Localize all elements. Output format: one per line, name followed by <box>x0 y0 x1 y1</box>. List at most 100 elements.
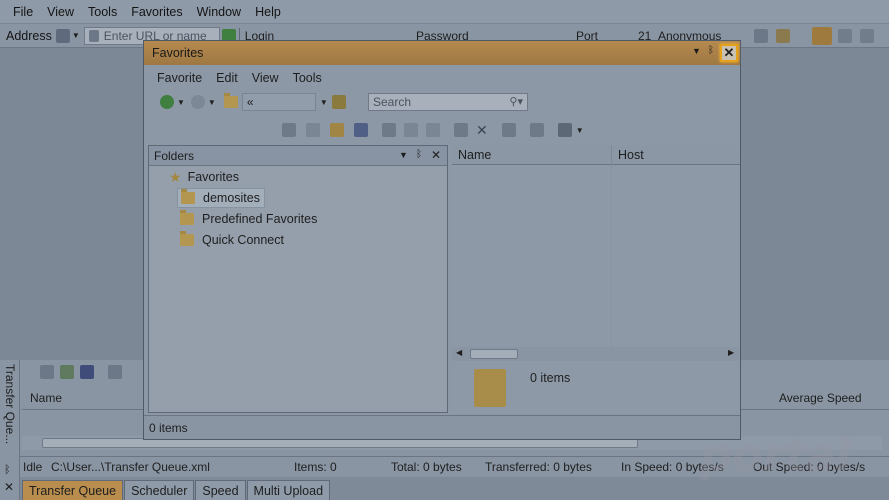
pane-dropdown-icon[interactable]: ▼ <box>399 150 408 160</box>
tree-root[interactable]: ★ Favorites <box>169 167 239 187</box>
tab-scheduler[interactable]: Scheduler <box>124 480 195 500</box>
favorites-star-icon[interactable] <box>812 27 832 45</box>
search-input[interactable]: Search ⚲▾ <box>368 93 528 111</box>
view-dropdown-icon[interactable]: ▼ <box>576 126 584 135</box>
side-tab-label: Transfer Que... <box>3 364 17 445</box>
folder-icon <box>180 210 194 225</box>
layout-icon[interactable] <box>838 29 852 43</box>
transfer-queue-side-tab[interactable]: Transfer Que... ᛒ ✕ <box>0 360 20 500</box>
star-icon: ★ <box>169 168 182 185</box>
dialog-titlebar[interactable]: Favorites ▼ ᛒ <box>144 41 740 65</box>
pin-icon[interactable]: ᛒ <box>4 464 11 476</box>
pane-pin-icon[interactable]: ᛒ <box>416 149 422 160</box>
back-dropdown-icon[interactable]: ▼ <box>177 98 185 107</box>
favorites-dialog: Favorites ▼ ᛒ ✕ Favorite Edit View Tools… <box>143 40 741 440</box>
dialog-statusbar: 0 items <box>144 415 740 439</box>
list-col-name[interactable]: Name <box>458 148 491 162</box>
menu-window[interactable]: Window <box>190 5 248 19</box>
copy-icon[interactable] <box>404 123 418 137</box>
list-empty-text: 0 items <box>530 371 571 385</box>
url-icon <box>88 29 99 42</box>
play-icon[interactable] <box>108 365 122 379</box>
new-folder-icon[interactable] <box>330 123 344 137</box>
menu-file[interactable]: File <box>6 5 40 19</box>
status-total: Total: 0 bytes <box>391 459 462 474</box>
status-items: Items: 0 <box>294 459 337 474</box>
connect-icon[interactable] <box>754 29 768 43</box>
scroll-right-icon[interactable]: ▶ <box>728 348 734 357</box>
tab-speed[interactable]: Speed <box>195 480 246 500</box>
move-icon[interactable] <box>454 123 468 137</box>
forward-icon[interactable] <box>190 95 205 109</box>
address-dropdown-icon[interactable]: ▼ <box>72 31 80 40</box>
tree-item-predefined-favorites[interactable]: Predefined Favorites <box>180 209 317 229</box>
folders-pane-title: Folders <box>154 148 195 163</box>
search-icon[interactable]: ⚲▾ <box>509 95 523 109</box>
folder-icon <box>223 93 238 108</box>
dialog-nav-toolbar: ▼ ▼ « ▼ Search ⚲▾ <box>152 91 544 113</box>
dialog-menubar: Favorite Edit View Tools <box>150 67 329 89</box>
path-dropdown-icon[interactable]: ▼ <box>320 98 328 107</box>
search-placeholder: Search <box>373 95 412 109</box>
delete-icon[interactable]: ✕ <box>476 122 488 139</box>
columns-icon[interactable] <box>860 29 874 43</box>
close-icon[interactable]: ✕ <box>720 44 738 62</box>
new-favorite-icon[interactable] <box>354 123 368 137</box>
dialog-status-text: 0 items <box>149 420 188 435</box>
column-guide <box>611 165 612 347</box>
dialog-menu-edit[interactable]: Edit <box>209 71 245 85</box>
folder-icon <box>180 231 194 246</box>
connect-icon[interactable] <box>282 123 296 137</box>
back-icon[interactable] <box>160 95 174 109</box>
forward-dropdown-icon[interactable]: ▼ <box>208 98 216 107</box>
menu-help[interactable]: Help <box>248 5 288 19</box>
open-folder-icon[interactable] <box>776 29 790 43</box>
scroll-left-icon[interactable]: ◀ <box>456 348 462 357</box>
add-icon[interactable] <box>60 365 74 379</box>
sync-icon[interactable] <box>529 123 544 137</box>
dialog-action-toolbar: ✕ ▼ <box>282 119 612 141</box>
dialog-menu-favorite[interactable]: Favorite <box>150 71 209 85</box>
paste-icon[interactable] <box>426 123 440 137</box>
menu-favorites[interactable]: Favorites <box>124 5 189 19</box>
dialog-menu-dropdown-icon[interactable]: ▼ <box>692 46 701 56</box>
menu-view[interactable]: View <box>40 5 81 19</box>
menubar: File View Tools Favorites Window Help <box>0 0 889 23</box>
dialog-title: Favorites <box>152 46 204 60</box>
column-divider[interactable] <box>611 145 612 165</box>
watermark-logo: portal <box>700 428 851 482</box>
status-file: C:\User...\Transfer Queue.xml <box>51 459 210 474</box>
menu-tools[interactable]: Tools <box>81 5 124 19</box>
status-state: Idle <box>23 459 43 474</box>
folders-pane-header: Folders ▼ ᛒ ✕ <box>149 146 447 166</box>
status-transferred: Transferred: 0 bytes <box>485 459 592 474</box>
pane-close-icon[interactable]: ✕ <box>431 148 441 162</box>
close-icon[interactable]: ✕ <box>4 480 14 494</box>
list-hscrollbar[interactable]: ◀ ▶ <box>452 347 740 361</box>
list-header: Name Host <box>452 145 740 165</box>
list-scroll-thumb[interactable] <box>470 349 518 359</box>
folders-pane: Folders ▼ ᛒ ✕ ★ Favorites demosites Pred… <box>148 145 448 413</box>
folder-icon <box>181 189 195 204</box>
tab-multi-upload[interactable]: Multi Upload <box>246 480 331 500</box>
tab-transfer-queue[interactable]: Transfer Queue <box>22 480 124 500</box>
dialog-menu-tools[interactable]: Tools <box>286 71 329 85</box>
address-icon[interactable] <box>55 28 70 43</box>
import-icon[interactable] <box>501 123 516 137</box>
properties-icon[interactable] <box>306 123 320 137</box>
cut-icon[interactable] <box>382 123 396 137</box>
list-col-host[interactable]: Host <box>618 148 644 162</box>
tree-item-demosites[interactable]: demosites <box>177 188 265 208</box>
move-up-icon[interactable] <box>40 365 54 379</box>
tree-item-label: Quick Connect <box>202 233 284 247</box>
folder-tree: ★ Favorites demosites Predefined Favorit… <box>149 166 447 412</box>
save-icon[interactable] <box>80 365 94 379</box>
tree-item-quick-connect[interactable]: Quick Connect <box>180 230 284 250</box>
dialog-pin-icon[interactable]: ᛒ <box>708 45 714 56</box>
view-icon[interactable] <box>557 123 572 137</box>
queue-col-name[interactable]: Name <box>30 391 62 405</box>
nav-path[interactable]: « <box>241 93 316 111</box>
dialog-menu-view[interactable]: View <box>245 71 286 85</box>
queue-col-average-speed[interactable]: Average Speed <box>779 391 862 405</box>
up-folder-icon[interactable] <box>331 95 346 109</box>
